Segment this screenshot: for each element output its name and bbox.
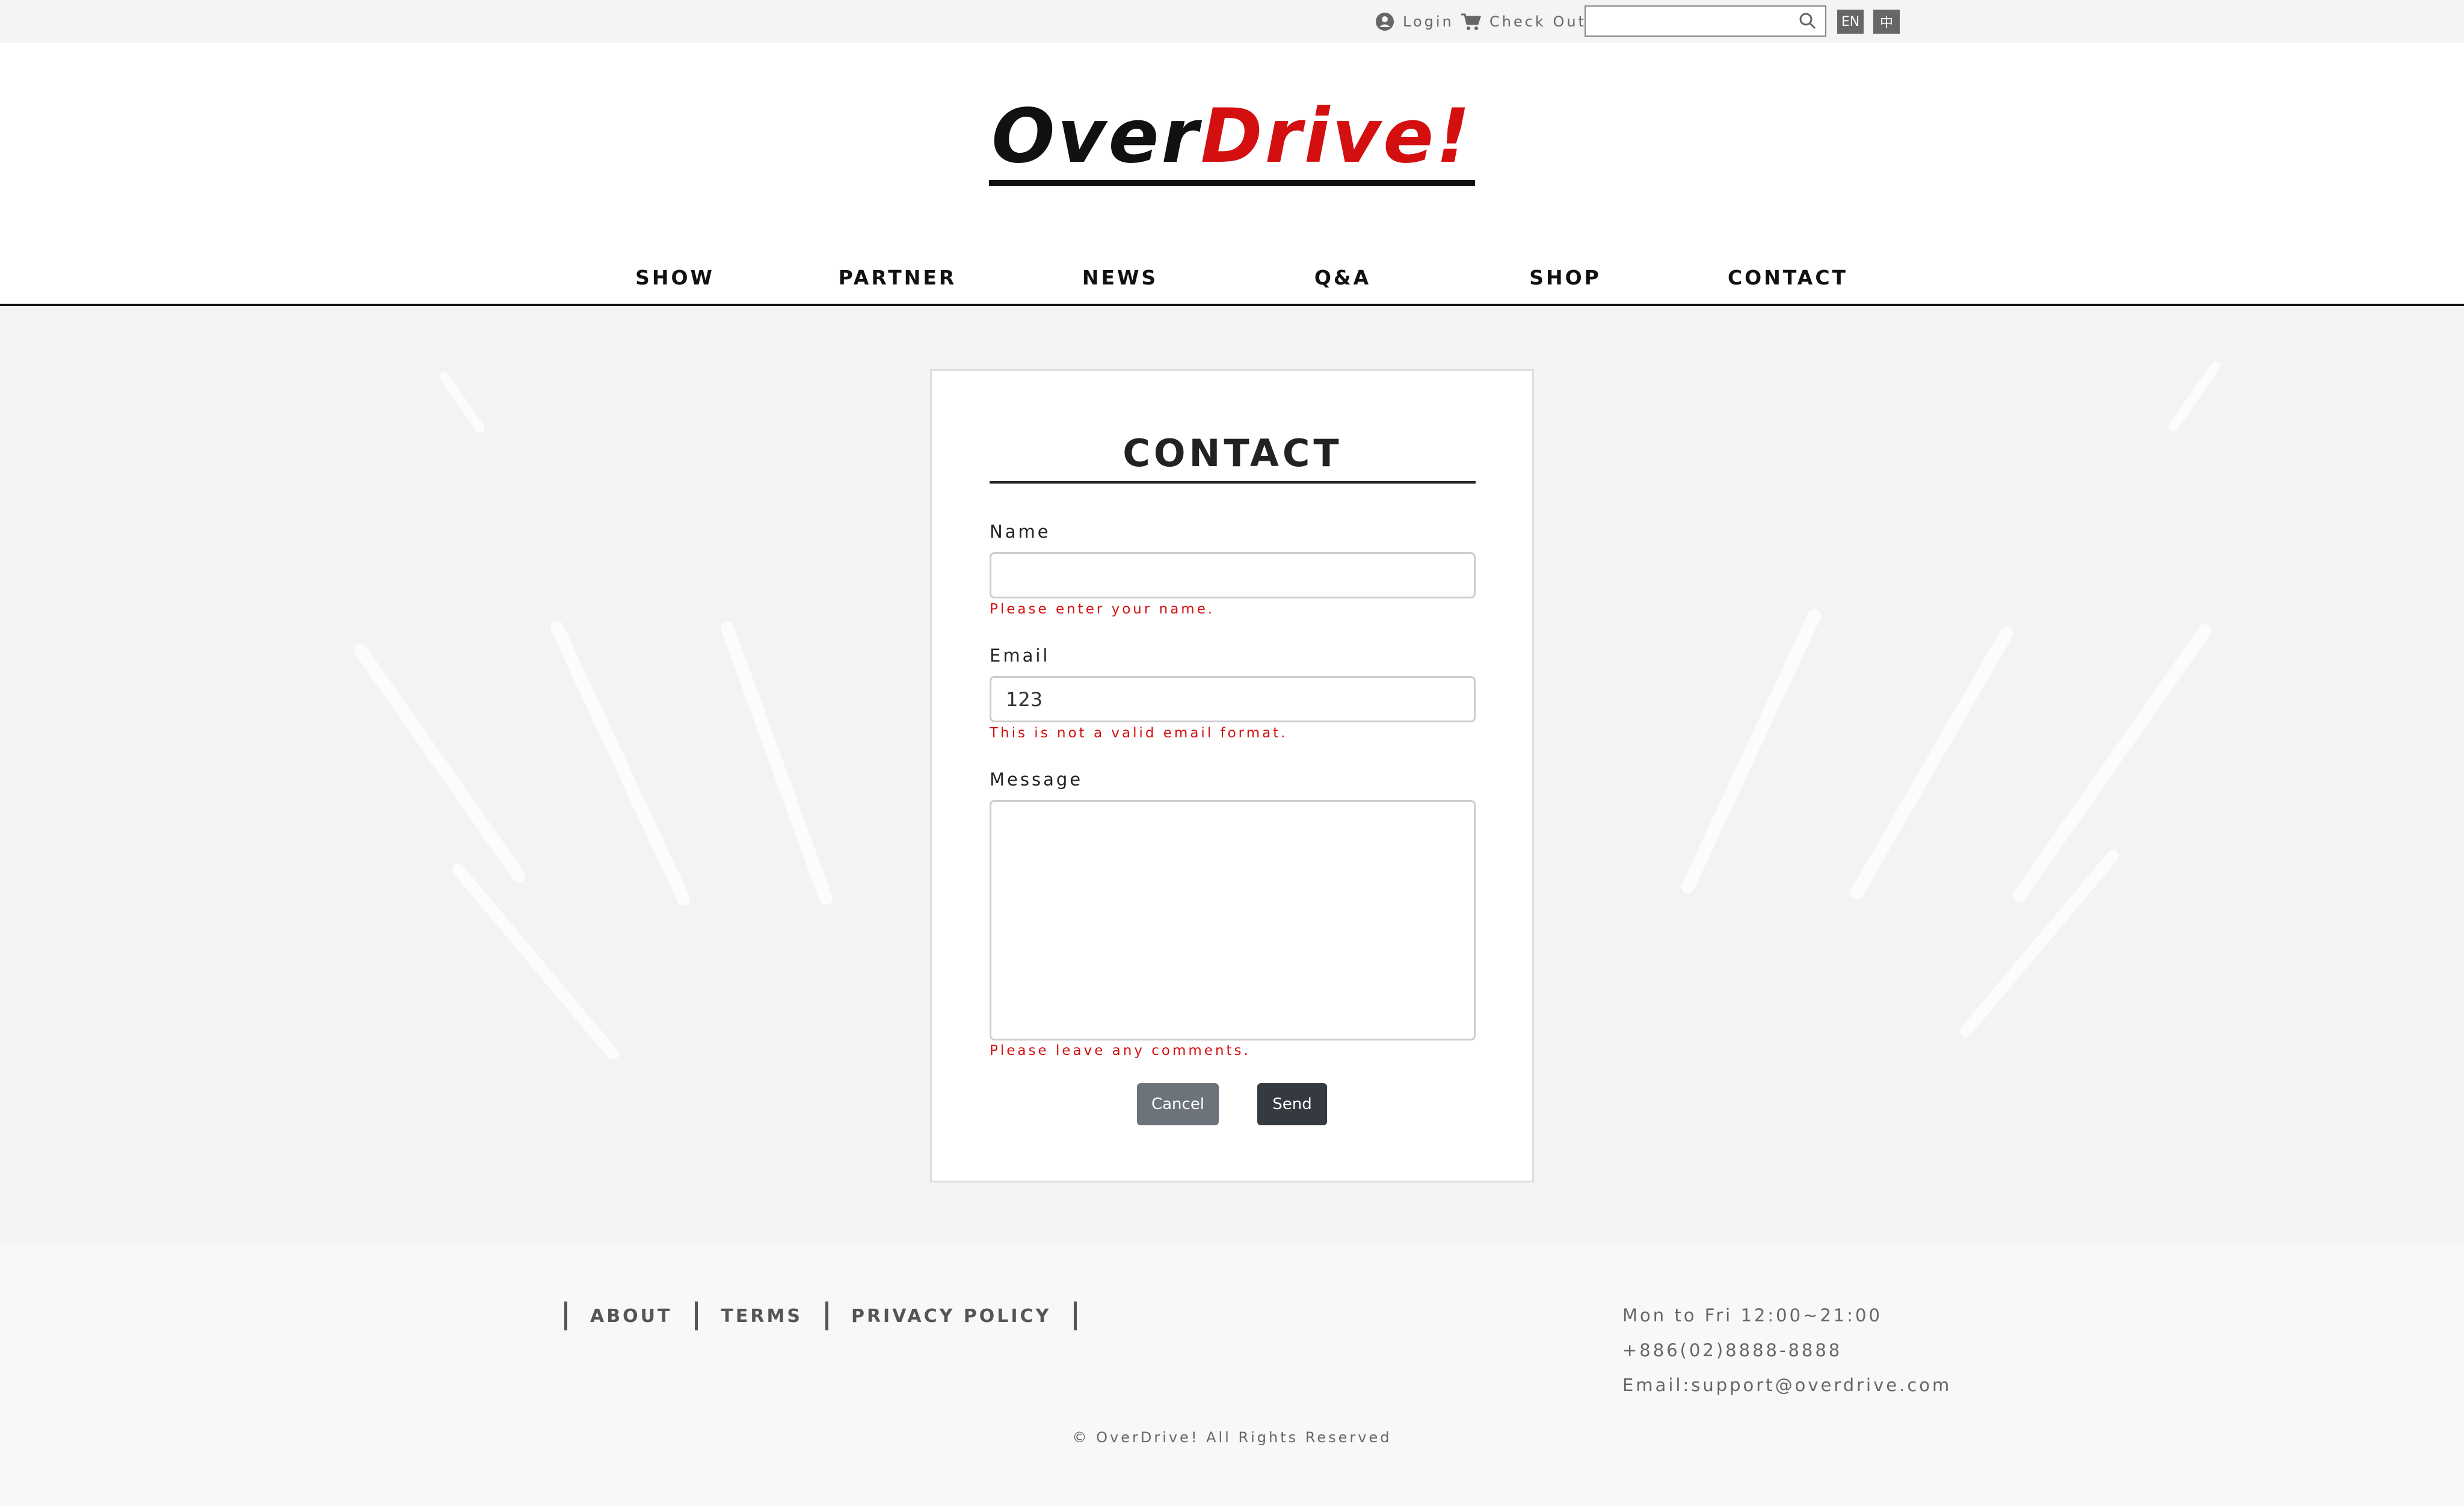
message-error: Please leave any comments. bbox=[990, 1043, 1251, 1059]
light-beam bbox=[719, 619, 834, 907]
site-logo[interactable]: OverDrive! bbox=[0, 99, 2464, 186]
name-field[interactable] bbox=[990, 552, 1476, 598]
search-input[interactable] bbox=[1586, 7, 1790, 35]
main-nav: SHOW PARTNER NEWS Q&A SHOP CONTACT bbox=[0, 253, 2464, 307]
search-box bbox=[1585, 5, 1826, 37]
nav-item-shop[interactable]: SHOP bbox=[1529, 266, 1601, 289]
lang-en-button[interactable]: EN bbox=[1837, 10, 1864, 34]
login-link[interactable]: Login bbox=[1375, 0, 1454, 43]
footer-phone: +886(02)8888-8888 bbox=[1622, 1340, 1843, 1360]
message-field[interactable] bbox=[990, 800, 1476, 1040]
search-icon[interactable] bbox=[1799, 12, 1817, 30]
light-beam bbox=[1847, 624, 2016, 902]
light-beam bbox=[449, 861, 621, 1063]
email-field[interactable] bbox=[990, 676, 1476, 722]
footer-links: ABOUT TERMS PRIVACY POLICY bbox=[564, 1302, 1077, 1330]
footer-link-privacy[interactable]: PRIVACY POLICY bbox=[828, 1306, 1074, 1327]
cart-icon bbox=[1461, 13, 1481, 30]
light-beam bbox=[1679, 606, 1823, 896]
footer-divider bbox=[1074, 1302, 1077, 1330]
name-label: Name bbox=[990, 521, 1051, 542]
send-button[interactable]: Send bbox=[1257, 1083, 1327, 1125]
footer-email: Email:support@overdrive.com bbox=[1622, 1375, 1952, 1395]
logo-drive: Drive! bbox=[1200, 93, 1473, 180]
nav-item-news[interactable]: NEWS bbox=[1082, 266, 1158, 289]
user-icon bbox=[1376, 12, 1394, 31]
copyright: © OverDrive! All Rights Reserved bbox=[1072, 1429, 1392, 1446]
logo-over: Over bbox=[991, 93, 1201, 180]
email-error: This is not a valid email format. bbox=[990, 725, 1288, 741]
lang-zh-button[interactable]: 中 bbox=[1873, 10, 1900, 34]
email-label: Email bbox=[990, 645, 1050, 666]
login-label: Login bbox=[1403, 13, 1454, 30]
name-error: Please enter your name. bbox=[990, 601, 1215, 617]
light-beam bbox=[548, 618, 692, 908]
form-title: CONTACT bbox=[990, 431, 1476, 484]
light-beam bbox=[437, 370, 487, 435]
light-beam bbox=[2166, 359, 2223, 434]
cancel-button[interactable]: Cancel bbox=[1137, 1083, 1219, 1125]
nav-item-partner[interactable]: PARTNER bbox=[839, 266, 957, 289]
checkout-label: Check Out bbox=[1489, 13, 1586, 30]
logo-wordmark: OverDrive! bbox=[989, 99, 1475, 186]
checkout-link[interactable]: Check Out bbox=[1461, 0, 1586, 43]
nav-item-qa[interactable]: Q&A bbox=[1314, 266, 1371, 289]
top-utility-bar: Login Check Out EN 中 bbox=[0, 0, 2464, 43]
nav-item-show[interactable]: SHOW bbox=[635, 266, 715, 289]
footer-link-terms[interactable]: TERMS bbox=[698, 1306, 825, 1327]
footer-link-about[interactable]: ABOUT bbox=[567, 1306, 695, 1327]
footer-hours: Mon to Fri 12:00~21:00 bbox=[1622, 1305, 1882, 1326]
contact-form-card: CONTACT Name Please enter your name. Ema… bbox=[930, 369, 1534, 1182]
nav-item-contact[interactable]: CONTACT bbox=[1728, 266, 1848, 289]
light-beam bbox=[351, 641, 528, 885]
message-label: Message bbox=[990, 769, 1083, 790]
